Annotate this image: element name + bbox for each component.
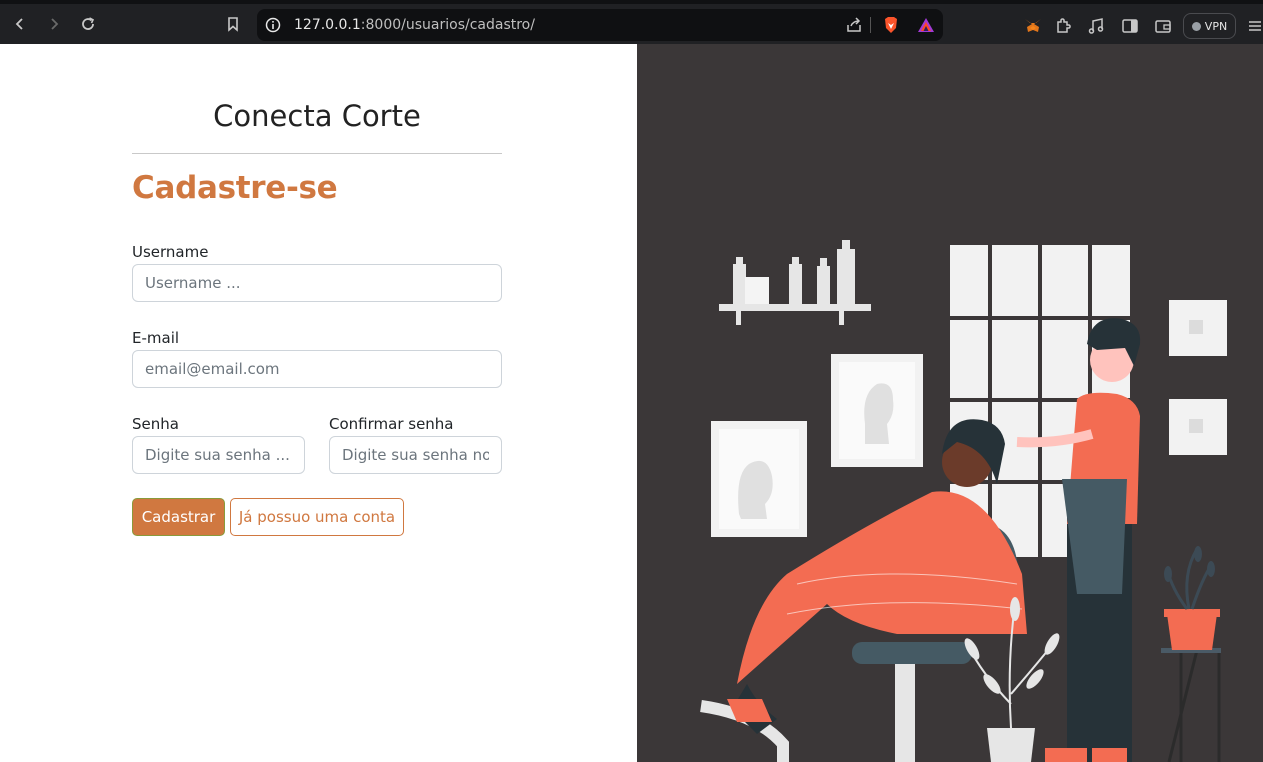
- forward-icon[interactable]: [42, 12, 66, 36]
- register-button[interactable]: Cadastrar: [132, 498, 225, 536]
- have-account-button[interactable]: Já possuo uma conta: [230, 498, 404, 536]
- page-title: Cadastre-se: [132, 170, 338, 206]
- email-input[interactable]: [132, 350, 502, 388]
- plant-on-stand: [1161, 546, 1221, 762]
- vpn-status-icon: [1191, 21, 1201, 31]
- username-input[interactable]: [132, 264, 502, 302]
- email-label: E-mail: [132, 329, 180, 347]
- url-host: 127.0.0.1: [294, 17, 361, 33]
- sidebar-icon[interactable]: [1120, 16, 1140, 36]
- brave-shields-icon[interactable]: [882, 16, 900, 34]
- illustration-panel: [637, 44, 1263, 762]
- password-label: Senha: [132, 415, 179, 433]
- brand-divider: [132, 153, 502, 154]
- signup-panel: Conecta Corte Cadastre-se Username E-mai…: [0, 44, 637, 762]
- media-icon[interactable]: [1086, 16, 1106, 36]
- confirm-password-label: Confirmar senha: [329, 415, 454, 433]
- metamask-icon[interactable]: [1023, 16, 1043, 36]
- username-label: Username: [132, 243, 209, 261]
- password-input[interactable]: [132, 436, 305, 474]
- urlbar-separator: [870, 17, 871, 33]
- shelf-with-products: [719, 240, 871, 325]
- url-text: 127.0.0.1:8000/usuarios/cadastro/: [294, 17, 535, 33]
- brave-rewards-icon[interactable]: [917, 16, 935, 34]
- address-bar[interactable]: 127.0.0.1:8000/usuarios/cadastro/: [257, 9, 943, 41]
- vpn-button[interactable]: VPN: [1183, 13, 1236, 39]
- browser-toolbar: 127.0.0.1:8000/usuarios/cadastro/ VPN: [0, 0, 1263, 44]
- bookmark-icon[interactable]: [221, 12, 245, 36]
- back-icon[interactable]: [8, 12, 32, 36]
- extensions-icon[interactable]: [1053, 16, 1073, 36]
- vpn-label: VPN: [1204, 19, 1228, 33]
- wallet-icon[interactable]: [1153, 16, 1173, 36]
- reload-icon[interactable]: [76, 12, 100, 36]
- url-path: :8000/usuarios/cadastro/: [360, 17, 535, 33]
- site-info-icon[interactable]: [265, 17, 281, 33]
- menu-icon[interactable]: [1245, 16, 1263, 36]
- confirm-password-input[interactable]: [329, 436, 502, 474]
- barbershop-illustration: [700, 240, 1227, 762]
- share-icon[interactable]: [845, 16, 863, 34]
- brand-title: Conecta Corte: [213, 99, 421, 133]
- page-content: Conecta Corte Cadastre-se Username E-mai…: [0, 44, 1263, 762]
